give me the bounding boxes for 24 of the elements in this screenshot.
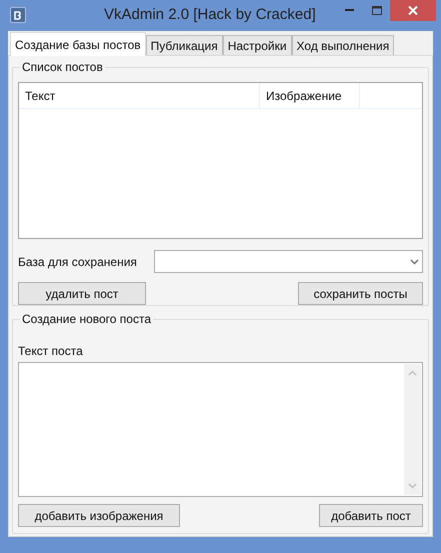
base-dropdown[interactable] (154, 250, 423, 273)
tab[interactable]: Публикация (146, 35, 223, 55)
action-button[interactable]: добавить пост (319, 504, 423, 527)
group-title: Список постов (21, 59, 104, 76)
tab[interactable]: Ход выполнения (292, 35, 394, 55)
tab[interactable]: Создание базы постов (10, 32, 146, 56)
chevron-down-icon (410, 258, 419, 264)
close-icon (408, 6, 418, 15)
field-label: Текст поста (18, 343, 84, 360)
app-icon (10, 7, 26, 23)
window-title: VkAdmin 2.0 [Hack by Cracked] (104, 6, 316, 24)
post-text-area[interactable] (18, 362, 423, 497)
field-label: База для сохранения (18, 254, 138, 270)
scroll-up-icon[interactable] (408, 370, 417, 376)
action-button[interactable]: сохранить посты (298, 282, 423, 305)
action-button[interactable]: добавить изображения (18, 504, 180, 527)
action-button[interactable]: удалить пост (18, 282, 146, 305)
group-title: Создание нового поста (21, 311, 152, 328)
scrollbar[interactable] (404, 364, 421, 495)
tab[interactable]: Настройки (222, 35, 292, 55)
maximize-icon (372, 6, 382, 14)
close-button[interactable] (390, 0, 436, 21)
scroll-down-icon[interactable] (408, 483, 417, 489)
minimize-icon (345, 9, 354, 11)
